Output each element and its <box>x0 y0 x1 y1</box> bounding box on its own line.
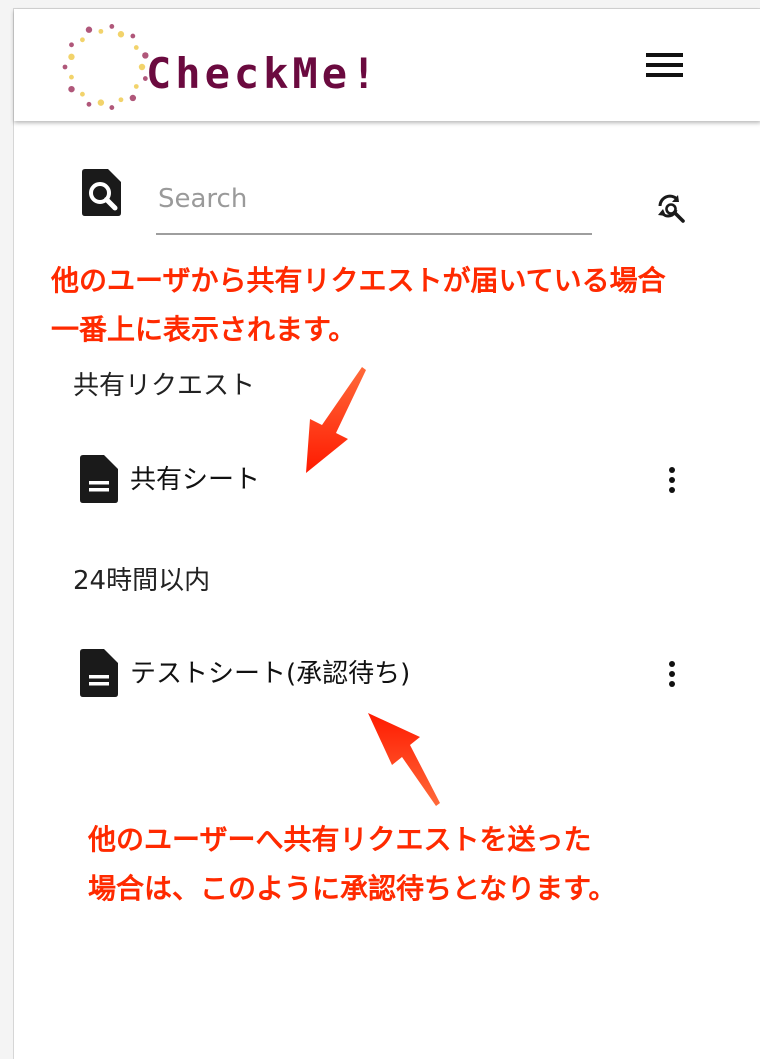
logo-dot <box>98 28 104 34</box>
annotation-line: 場合は、このように承認待ちとなります。 <box>88 872 617 905</box>
logo-dot <box>129 94 137 102</box>
section-header-within-24-hours: 24時間以内 <box>73 566 211 596</box>
document-icon <box>80 649 118 701</box>
logo-dot <box>118 97 124 103</box>
search-document-icon <box>82 169 122 221</box>
logo-dot <box>109 105 115 110</box>
logo-dot <box>86 101 92 107</box>
more-options-button[interactable] <box>664 467 680 497</box>
logo-dot <box>80 37 85 43</box>
menu-bar-icon <box>646 53 683 57</box>
menu-bar-icon <box>646 63 683 67</box>
logo-dot-ring-icon <box>62 24 149 110</box>
document-icon <box>80 455 118 507</box>
logo-dot <box>68 53 75 61</box>
more-vert-dot-icon <box>669 477 675 483</box>
more-vert-dot-icon <box>669 681 675 687</box>
hamburger-menu-button[interactable] <box>646 53 686 83</box>
logo-dot <box>68 85 75 93</box>
list-item-label: テストシート(承認待ち) <box>130 659 411 689</box>
more-vert-dot-icon <box>669 467 675 473</box>
logo-dot <box>62 64 68 70</box>
annotation-line: 一番上に表示されます。 <box>51 313 357 346</box>
annotation-line: 他のユーザーへ共有リクエストを送った <box>88 823 592 856</box>
list-item-label: 共有シート <box>130 465 261 495</box>
logo-dot <box>117 31 125 38</box>
more-options-button[interactable] <box>664 661 680 691</box>
more-vert-dot-icon <box>669 661 675 667</box>
logo-dot <box>133 84 139 89</box>
refresh-search-button[interactable] <box>656 193 688 229</box>
logo-dot <box>138 63 146 71</box>
search-input[interactable] <box>156 177 592 235</box>
annotation-arrow-icon <box>306 367 366 473</box>
annotation-shared-request-note: 他のユーザから共有リクエストが届いている場合 一番上に表示されます。 <box>51 256 666 354</box>
logo-dot <box>69 42 74 48</box>
annotation-line: 他のユーザから共有リクエストが届いている場合 <box>51 264 666 297</box>
more-vert-dot-icon <box>669 671 675 677</box>
logo-dot <box>133 45 139 50</box>
logo-dot <box>109 24 115 29</box>
more-vert-dot-icon <box>669 487 675 493</box>
app-logo: CheckMe! <box>56 17 436 117</box>
annotation-pending-approval-note: 他のユーザーへ共有リクエストを送った 場合は、このように承認待ちとなります。 <box>88 815 616 913</box>
menu-bar-icon <box>646 73 683 77</box>
logo-dot <box>85 26 93 33</box>
app-header: CheckMe! <box>14 9 760 121</box>
logo-dot <box>80 91 85 97</box>
logo-dot <box>69 74 74 80</box>
logo-dot <box>130 33 136 39</box>
section-header-shared-requests: 共有リクエスト <box>73 371 256 401</box>
logo-dot <box>97 99 105 106</box>
list-item-shared-sheet[interactable]: 共有シート <box>74 453 714 513</box>
app-frame: CheckMe! 他のユーザから共有リクエストが届いている場合 一番上に表示され… <box>13 8 760 1059</box>
refresh-search-icon <box>658 194 685 223</box>
logo-text: CheckMe! <box>146 49 381 98</box>
annotation-arrow-icon <box>368 713 440 806</box>
list-item-test-sheet-pending[interactable]: テストシート(承認待ち) <box>74 647 714 707</box>
